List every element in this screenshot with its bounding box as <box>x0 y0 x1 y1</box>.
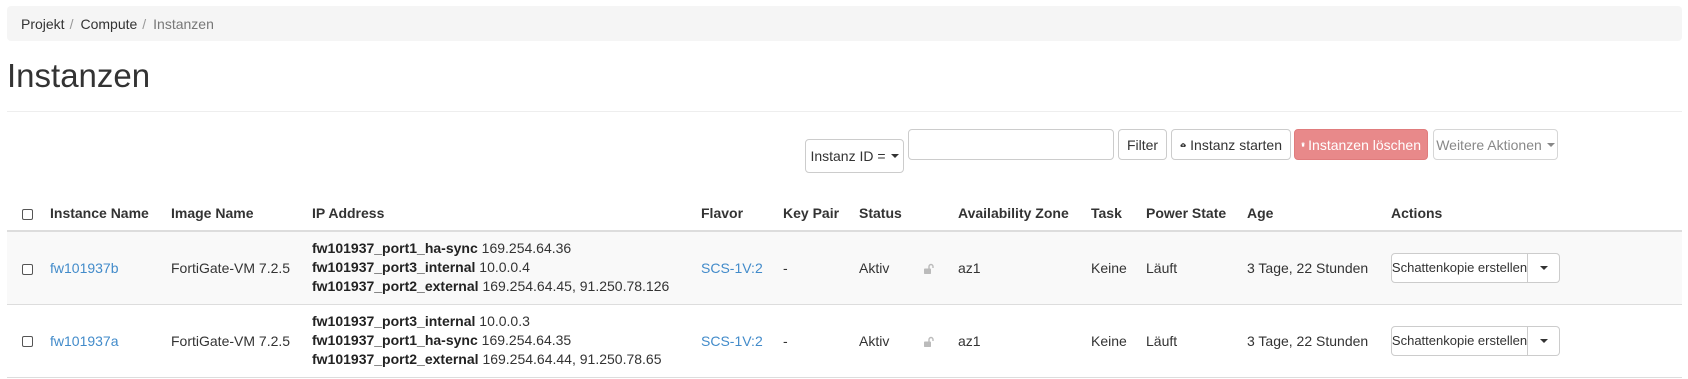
caret-down-icon <box>1546 142 1555 147</box>
key-pair: - <box>783 304 859 378</box>
ip-address-value: 10.0.0.3 <box>479 313 530 329</box>
age: 3 Tage, 22 Stunden <box>1247 304 1391 378</box>
filter-field-dropdown[interactable]: Instanz ID = <box>805 139 904 173</box>
ip-address-cell: fw101937_port1_ha-sync 169.254.64.36 fw1… <box>312 231 701 305</box>
col-age[interactable]: Age <box>1247 196 1391 232</box>
image-name: FortiGate-VM 7.2.5 <box>171 304 312 378</box>
col-key-pair[interactable]: Key Pair <box>783 196 859 232</box>
breadcrumb-compute[interactable]: Compute <box>80 16 137 32</box>
availability-zone: az1 <box>958 304 1091 378</box>
ip-network-name: fw101937_port1_ha-sync <box>312 332 478 348</box>
row-checkbox[interactable] <box>22 263 33 275</box>
power-state: Läuft <box>1146 231 1247 305</box>
filter-input[interactable] <box>908 129 1114 160</box>
ip-network-name: fw101937_port1_ha-sync <box>312 240 478 257</box>
select-all-checkbox[interactable] <box>22 208 33 220</box>
cloud-upload-icon <box>1180 142 1186 147</box>
col-flavor[interactable]: Flavor <box>701 196 783 232</box>
unlocked-icon <box>924 263 934 275</box>
col-ip-address[interactable]: IP Address <box>312 196 701 232</box>
power-state: Läuft <box>1146 304 1247 378</box>
ip-address-value: 10.0.0.4 <box>479 259 530 276</box>
flavor-link[interactable]: SCS-1V:2 <box>701 260 763 276</box>
status: Aktiv <box>859 231 923 305</box>
flavor-link[interactable]: SCS-1V:2 <box>701 333 763 349</box>
instances-table: Instance Name Image Name IP Address Flav… <box>7 196 1682 378</box>
table-row: fw101937b FortiGate-VM 7.2.5 fw101937_po… <box>7 231 1682 305</box>
ip-network-name: fw101937_port2_external <box>312 351 479 367</box>
breadcrumb-projekt[interactable]: Projekt <box>21 16 65 32</box>
ip-network-name: fw101937_port3_internal <box>312 259 476 276</box>
col-lock <box>923 196 958 232</box>
ip-network-name: fw101937_port2_external <box>312 278 479 295</box>
instance-name-link[interactable]: fw101937a <box>50 333 119 349</box>
col-status[interactable]: Status <box>859 196 923 232</box>
filter-field-label: Instanz ID = <box>810 148 886 164</box>
ip-address-value: 169.254.64.44, 91.250.78.65 <box>482 351 662 367</box>
ip-address-value: 169.254.64.36 <box>481 240 572 257</box>
instance-name-link[interactable]: fw101937b <box>50 260 119 276</box>
availability-zone: az1 <box>958 231 1091 305</box>
caret-down-icon <box>1539 265 1548 270</box>
title-divider <box>7 111 1682 112</box>
breadcrumb: Projekt / Compute / Instanzen <box>7 6 1682 41</box>
create-snapshot-button[interactable]: Schattenkopie erstellen <box>1391 252 1528 283</box>
table-row: fw101937a FortiGate-VM 7.2.5 fw101937_po… <box>7 304 1682 378</box>
create-snapshot-button[interactable]: Schattenkopie erstellen <box>1391 325 1528 356</box>
breadcrumb-separator: / <box>142 15 147 32</box>
caret-down-icon <box>890 154 899 158</box>
unlocked-icon <box>924 336 934 347</box>
delete-instances-button[interactable]: Instanzen löschen <box>1294 129 1428 160</box>
row-actions: Schattenkopie erstellen <box>1391 252 1560 283</box>
delete-instances-label: Instanzen löschen <box>1308 136 1421 153</box>
launch-instance-button[interactable]: Instanz starten <box>1171 129 1291 160</box>
create-snapshot-label: Schattenkopie erstellen <box>1391 260 1528 276</box>
ip-address-cell: fw101937_port3_internal 10.0.0.3 fw10193… <box>312 304 701 378</box>
key-pair: - <box>783 231 859 305</box>
image-name: FortiGate-VM 7.2.5 <box>171 231 312 305</box>
launch-instance-label: Instanz starten <box>1190 136 1282 153</box>
col-actions: Actions <box>1391 196 1682 232</box>
age: 3 Tage, 22 Stunden <box>1247 231 1391 305</box>
task: Keine <box>1091 231 1146 305</box>
ip-address-value: 169.254.64.35 <box>481 332 572 348</box>
col-task[interactable]: Task <box>1091 196 1146 232</box>
ip-address-value: 169.254.64.45, 91.250.78.126 <box>482 278 670 295</box>
breadcrumb-instanzen: Instanzen <box>153 15 214 32</box>
ip-network-name: fw101937_port3_internal <box>312 313 476 329</box>
row-actions-toggle[interactable] <box>1528 252 1560 283</box>
task: Keine <box>1091 304 1146 378</box>
row-actions-toggle[interactable] <box>1528 325 1560 356</box>
col-instance-name[interactable]: Instance Name <box>50 196 171 232</box>
col-image-name[interactable]: Image Name <box>171 196 312 232</box>
table-header-row: Instance Name Image Name IP Address Flav… <box>7 196 1682 232</box>
col-power-state[interactable]: Power State <box>1146 196 1247 232</box>
caret-down-icon <box>1539 338 1548 343</box>
breadcrumb-separator: / <box>69 15 74 32</box>
create-snapshot-label: Schattenkopie erstellen <box>1391 333 1528 348</box>
more-actions-label: Weitere Aktionen <box>1436 136 1542 153</box>
filter-button-label: Filter <box>1126 136 1159 153</box>
more-actions-dropdown[interactable]: Weitere Aktionen <box>1433 129 1558 160</box>
col-availability-zone[interactable]: Availability Zone <box>958 196 1091 232</box>
row-checkbox[interactable] <box>22 336 33 348</box>
status: Aktiv <box>859 304 923 378</box>
page-title: Instanzen <box>7 57 151 94</box>
filter-button[interactable]: Filter <box>1118 129 1167 160</box>
trash-icon <box>1301 142 1305 147</box>
row-actions: Schattenkopie erstellen <box>1391 325 1560 356</box>
